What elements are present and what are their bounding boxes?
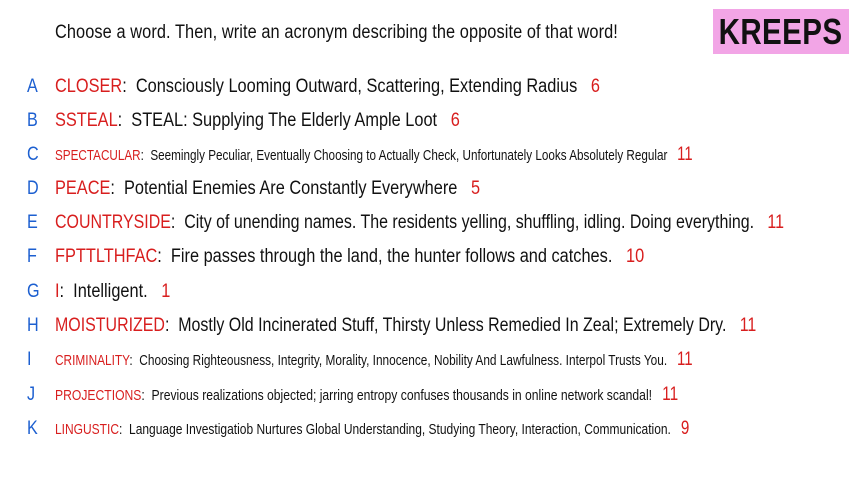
answer-content: SSTEAL: STEAL: Supplying The Elderly Amp…	[55, 106, 460, 136]
kreeps-logo: KREEPS	[713, 9, 849, 54]
answer-separator: :	[119, 421, 123, 438]
answer-separator: :	[117, 110, 123, 131]
answer-row-k[interactable]: K LINGUSTIC: Language Investigatiob Nurt…	[0, 414, 853, 444]
answer-acronym: City of unending names. The residents ye…	[184, 212, 755, 233]
answer-word: CLOSER	[55, 76, 123, 97]
answer-score: 6	[590, 76, 600, 97]
answer-separator: :	[122, 76, 127, 97]
answer-row-g[interactable]: G I: Intelligent. 1	[0, 277, 853, 307]
choice-letter: B	[27, 110, 38, 131]
answer-separator: :	[164, 315, 170, 336]
answer-content: I: Intelligent. 1	[55, 277, 170, 307]
answer-row-c[interactable]: C SPECTACULAR: Seemingly Peculiar, Event…	[0, 140, 853, 170]
answer-row-b[interactable]: B SSTEAL: STEAL: Supplying The Elderly A…	[0, 106, 853, 136]
answer-score: 11	[677, 144, 693, 165]
answer-row-h[interactable]: H MOISTURIZED: Mostly Old Incinerated St…	[0, 311, 853, 341]
answer-score: 11	[767, 212, 784, 233]
answer-word: CRIMINALITY	[55, 352, 130, 369]
choice-letter: E	[27, 212, 38, 233]
answer-score: 11	[662, 384, 679, 405]
choice-letter: H	[27, 315, 39, 336]
answer-acronym: Choosing Righteousness, Integrity, Moral…	[139, 352, 668, 369]
answer-acronym: Mostly Old Incinerated Stuff, Thirsty Un…	[178, 315, 727, 336]
answer-score: 1	[161, 281, 171, 302]
answer-score: 11	[677, 349, 693, 370]
answer-content: LINGUSTIC: Language Investigatiob Nurtur…	[55, 414, 689, 444]
answer-score: 5	[470, 178, 481, 199]
choice-letter: F	[27, 246, 37, 267]
answer-word: FPTTLTHFAC	[55, 246, 158, 267]
answer-content: PEACE: Potential Enemies Are Constantly …	[55, 174, 480, 204]
answer-row-j[interactable]: J PROJECTIONS: Previous realizations obj…	[0, 380, 853, 410]
choice-letter: J	[27, 384, 36, 405]
answer-row-f[interactable]: F FPTTLTHFAC: Fire passes through the la…	[0, 242, 853, 272]
answer-separator: :	[129, 352, 133, 369]
answer-acronym: Language Investigatiob Nurtures Global U…	[129, 421, 671, 438]
answer-row-e[interactable]: E COUNTRYSIDE: City of unending names. T…	[0, 208, 853, 238]
answer-separator: :	[170, 212, 176, 233]
answer-separator: :	[157, 246, 162, 267]
answer-word: PROJECTIONS	[55, 387, 142, 404]
answer-content: COUNTRYSIDE: City of unending names. The…	[55, 208, 784, 238]
choice-letter: D	[27, 178, 39, 199]
prompt-text: Choose a word. Then, write an acronym de…	[55, 22, 618, 43]
answer-separator: :	[141, 387, 145, 404]
answer-row-a[interactable]: A CLOSER: Consciously Looming Outward, S…	[0, 72, 853, 102]
answer-word: SSTEAL	[55, 110, 118, 131]
answer-word: PEACE	[55, 178, 111, 199]
answer-word: COUNTRYSIDE	[55, 212, 171, 233]
logo-text: KREEPS	[719, 10, 843, 52]
answer-acronym: Consciously Looming Outward, Scattering,…	[135, 76, 578, 97]
choice-letter: K	[27, 418, 38, 439]
choice-letter: A	[27, 76, 38, 97]
choice-letter: G	[27, 281, 40, 302]
answer-acronym: Fire passes through the land, the hunter…	[170, 246, 613, 267]
answer-acronym: Intelligent.	[73, 281, 148, 302]
answer-acronym: Seemingly Peculiar, Eventually Choosing …	[150, 147, 668, 164]
answer-separator: :	[59, 281, 65, 302]
game-screen: Choose a word. Then, write an acronym de…	[0, 0, 853, 480]
choice-letter: C	[27, 144, 39, 165]
answer-content: MOISTURIZED: Mostly Old Incinerated Stuf…	[55, 311, 756, 341]
answer-content: CLOSER: Consciously Looming Outward, Sca…	[55, 72, 600, 102]
answer-content: CRIMINALITY: Choosing Righteousness, Int…	[55, 345, 693, 375]
answer-word: MOISTURIZED	[55, 315, 165, 336]
answer-word: SPECTACULAR	[55, 147, 141, 164]
answer-row-d[interactable]: D PEACE: Potential Enemies Are Constantl…	[0, 174, 853, 204]
answer-score: 9	[680, 418, 690, 439]
answer-acronym: STEAL: Supplying The Elderly Ample Loot	[131, 110, 438, 131]
answer-content: PROJECTIONS: Previous realizations objec…	[55, 380, 678, 410]
answer-separator: :	[140, 147, 144, 164]
choice-letter: I	[27, 349, 32, 370]
answer-score: 11	[739, 315, 757, 336]
answer-score: 10	[625, 246, 645, 267]
answer-row-i[interactable]: I CRIMINALITY: Choosing Righteousness, I…	[0, 345, 853, 375]
answer-content: SPECTACULAR: Seemingly Peculiar, Eventua…	[55, 140, 693, 170]
answer-content: FPTTLTHFAC: Fire passes through the land…	[55, 242, 644, 272]
answer-acronym: Potential Enemies Are Constantly Everywh…	[124, 178, 458, 199]
answer-separator: :	[110, 178, 115, 199]
answer-word: LINGUSTIC	[55, 421, 120, 438]
answer-acronym: Previous realizations objected; jarring …	[151, 387, 653, 404]
answer-score: 6	[450, 110, 460, 131]
